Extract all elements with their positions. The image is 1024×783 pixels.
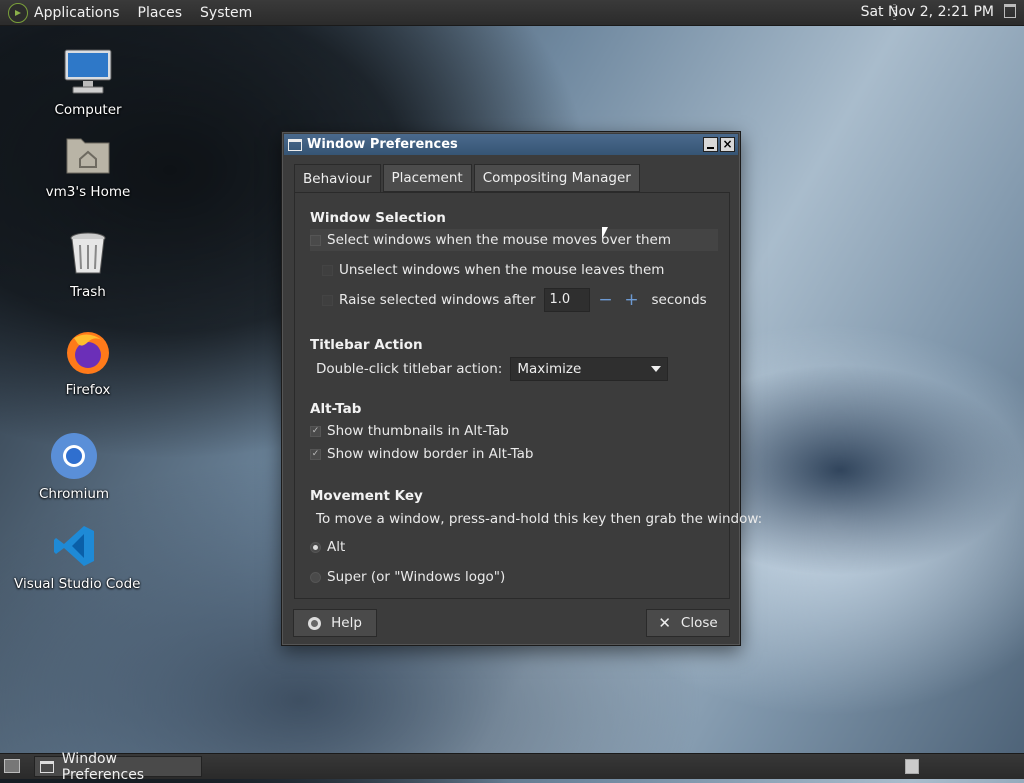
movement-key-title: Movement Key [310, 488, 423, 504]
desktop-icon-label: Computer [54, 102, 122, 118]
chromium-icon [48, 430, 100, 482]
show-border-checkbox[interactable]: ✓ Show window border in Alt-Tab [310, 444, 533, 464]
desktop-icon-label: Firefox [65, 382, 111, 398]
desktop-icon-home[interactable]: vm3's Home [28, 128, 148, 200]
top-panel: Applications Places System Sat Nov 2, 2:… [0, 0, 1024, 26]
window-selection-title: Window Selection [310, 210, 446, 226]
double-click-label: Double-click titlebar action: [316, 361, 503, 377]
show-thumbnails-checkbox[interactable]: ✓ Show thumbnails in Alt-Tab [310, 421, 509, 441]
applications-menu[interactable]: Applications [34, 5, 120, 21]
close-button[interactable]: ✕ Close [646, 609, 730, 637]
desktop-icon-label: vm3's Home [45, 184, 131, 200]
tray-window-icon[interactable] [1004, 4, 1016, 18]
raise-after-checkbox[interactable] [322, 294, 333, 306]
help-button[interactable]: Help [293, 609, 377, 637]
desktop-icon-chromium[interactable]: Chromium [14, 430, 134, 502]
window-icon [40, 760, 54, 773]
decrement-button[interactable]: − [596, 290, 616, 310]
seconds-label: seconds [651, 292, 707, 308]
radio-alt[interactable]: Alt [310, 536, 345, 558]
radio-button[interactable] [310, 571, 321, 583]
alt-tab-title: Alt-Tab [310, 401, 362, 417]
select-on-hover-checkbox[interactable]: Select windows when the mouse moves over… [310, 229, 718, 251]
check-icon[interactable]: ✓ [310, 425, 321, 437]
desktop-icon-trash[interactable]: Trash [28, 228, 148, 300]
checkbox[interactable] [310, 234, 321, 246]
select-on-hover-label: Select windows when the mouse moves over… [327, 232, 672, 248]
unselect-on-leave-checkbox[interactable]: Unselect windows when the mouse leaves t… [322, 259, 664, 281]
behaviour-page: Window Selection Select windows when the… [294, 192, 762, 599]
desktop-icon-label: Chromium [38, 486, 110, 502]
radio-button[interactable] [310, 541, 321, 553]
mouse-pointer-icon [602, 227, 608, 239]
help-icon [308, 616, 322, 630]
places-menu[interactable]: Places [138, 5, 183, 21]
show-thumbnails-label: Show thumbnails in Alt-Tab [327, 423, 509, 439]
unselect-on-leave-label: Unselect windows when the mouse leaves t… [339, 262, 665, 278]
desktop-icon-vscode[interactable]: Visual Studio Code [14, 520, 141, 592]
show-border-label: Show window border in Alt-Tab [327, 446, 534, 462]
chevron-down-icon [651, 366, 662, 372]
help-button-label: Help [331, 615, 362, 631]
desktop-icon-computer[interactable]: Computer [28, 46, 148, 118]
window-preferences-dialog: Window Preferences × Behaviour Placement… [281, 131, 762, 646]
check-icon[interactable]: ✓ [310, 448, 321, 460]
trash-icon [62, 228, 114, 280]
raise-after-label: Raise selected windows after [339, 292, 536, 308]
desktop-icon-label: Trash [70, 284, 106, 300]
close-window-button[interactable]: × [720, 137, 735, 152]
close-button-label: Close [680, 615, 718, 631]
show-desktop-icon[interactable] [4, 759, 20, 773]
computer-icon [62, 46, 114, 98]
radio-super[interactable]: Super (or "Windows logo") [310, 566, 505, 588]
home-folder-icon [62, 128, 114, 180]
movement-key-description: To move a window, press-and-hold this ke… [316, 511, 763, 527]
titlebar-action-title: Titlebar Action [310, 337, 423, 353]
titlebar-action-row: Double-click titlebar action: Maximize [316, 356, 669, 382]
raise-after-row: Raise selected windows after 1.0 − + sec… [322, 287, 707, 313]
clock[interactable]: Sat Nov 2, 2:21 PM [861, 4, 994, 20]
tab-behaviour[interactable]: Behaviour [294, 164, 381, 194]
checkbox[interactable] [322, 264, 333, 276]
workspace-switcher[interactable] [905, 759, 919, 774]
taskbar-window-preferences[interactable]: Window Preferences [34, 751, 202, 783]
desktop-icon-firefox[interactable]: Firefox [28, 326, 148, 398]
vscode-icon [48, 520, 100, 572]
window-title: Window Preferences [307, 137, 458, 152]
firefox-icon [62, 326, 114, 378]
radio-alt-label: Alt [327, 539, 346, 555]
dropdown-value: Maximize [517, 361, 582, 377]
system-menu[interactable]: System [200, 5, 252, 21]
desktop-icon-label: Visual Studio Code [14, 576, 141, 592]
raise-delay-input[interactable]: 1.0 [543, 288, 590, 312]
tab-bar: Behaviour Placement Compositing Manager [294, 164, 642, 194]
titlebar-action-dropdown[interactable]: Maximize [510, 357, 669, 381]
tab-compositing-manager[interactable]: Compositing Manager [473, 164, 640, 192]
minimize-button[interactable] [703, 137, 718, 152]
mate-logo-icon[interactable] [8, 2, 28, 23]
bottom-panel: Window Preferences [0, 751, 1024, 783]
close-icon: ✕ [658, 614, 671, 632]
window-icon [288, 138, 302, 151]
tab-placement[interactable]: Placement [382, 164, 472, 192]
increment-button[interactable]: + [622, 290, 642, 310]
radio-super-label: Super (or "Windows logo") [327, 569, 506, 585]
titlebar[interactable]: Window Preferences × [284, 134, 738, 155]
